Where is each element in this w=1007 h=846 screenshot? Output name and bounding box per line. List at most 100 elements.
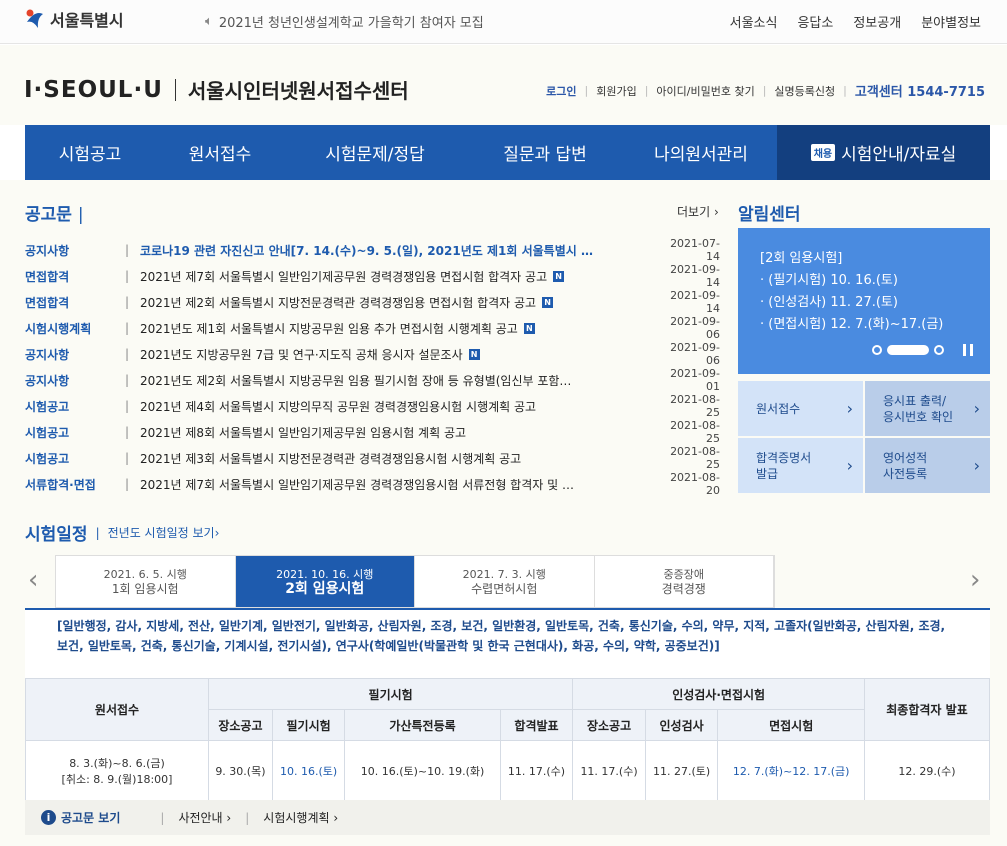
tabs-next-arrow[interactable]: › <box>970 565 980 595</box>
notice-date: 2021-08-20 <box>670 471 720 497</box>
notice-row[interactable]: 서류합격·면접 | 2021년 제7회 서울특별시 일반임기제공무원 경력경쟁임용시… <box>25 471 720 497</box>
notice-title[interactable]: 2021년도 제1회 서울특별시 지방공무원 임용 추가 면접시험 시행계획 공… <box>140 320 660 337</box>
table-cell: 10. 16.(토) <box>271 740 346 801</box>
notice-row[interactable]: 시험공고 | 2021년 제8회 서울특별시 일반임기제공무원 임용시험 계획 공고… <box>25 419 720 445</box>
site-title: 서울시인터넷원서접수센터 <box>187 79 409 103</box>
notice-title[interactable]: 2021년도 지방공무원 7급 및 연구·지도직 공채 응시자 설문조사 N <box>140 346 660 363</box>
quick-certificate[interactable]: 합격증명서 발급 › <box>738 438 863 493</box>
tabs-prev-arrow[interactable]: ‹ <box>28 565 38 595</box>
view-notice-link[interactable]: i 공고문 보기 <box>41 809 120 826</box>
exam-plan-link[interactable]: 시험시행계획 › <box>263 809 338 826</box>
seoul-city-logo[interactable]: 서울특별시 <box>24 7 124 31</box>
notice-row[interactable]: 공지사항 | 2021년도 제2회 서울특별시 지방공무원 임용 필기시험 장애 등… <box>25 367 720 393</box>
alim-line: · (필기시험) 10. 16.(토) <box>760 273 898 288</box>
notice-date: 2021-07-14 <box>670 237 720 263</box>
table-cell: 11. 27.(토) <box>644 740 719 801</box>
notice-title[interactable]: 2021년 제2회 서울특별시 지방전문경력관 경력경쟁임용 면접시험 합격자 … <box>140 294 660 311</box>
notice-row[interactable]: 면접합격 | 2021년 제2회 서울특별시 지방전문경력관 경력경쟁임용 면접시험… <box>25 289 720 315</box>
top-bar: 서울특별시 🔈︎ 2021년 청년인생설계학교 가을학기 참여자 모집 서울소식… <box>0 0 1007 44</box>
slide-dot-active[interactable] <box>887 345 929 355</box>
main-nav: 시험공고 원서접수 시험문제/정답 질문과 답변 나의원서관리 채용 시험안내/… <box>25 125 990 180</box>
top-notice[interactable]: 🔈︎ 2021년 청년인생설계학교 가을학기 참여자 모집 <box>205 12 484 31</box>
notice-date: 2021-08-25 <box>670 445 720 471</box>
table-cell: 12. 29.(수) <box>864 740 990 801</box>
notice-category: 면접합격 <box>25 295 70 310</box>
schedule-header: 시험일정 | 전년도 시험일정 보기› <box>25 520 219 545</box>
table-row: 8. 3.(화)~8. 6.(금) [취소: 8. 9.(월)18:00] 9. … <box>25 740 990 801</box>
slide-dot[interactable] <box>934 345 944 355</box>
notice-category: 서류합격·면접 <box>25 477 96 492</box>
notice-date: 2021-08-25 <box>670 419 720 445</box>
notice-category: 면접합격 <box>25 269 70 284</box>
quick-apply[interactable]: 원서접수 › <box>738 381 863 436</box>
notice-row[interactable]: 면접합격 | 2021년 제7회 서울특별시 일반임기제공무원 경력경쟁임용 면접시… <box>25 263 720 289</box>
new-badge-icon: N <box>553 270 565 282</box>
notice-date: 2021-09-01 <box>670 367 720 393</box>
tab-second-exam[interactable]: 2021. 10. 16. 시행 2회 임용시험 <box>235 556 415 607</box>
alim-line: · (인성검사) 11. 27.(토) <box>760 295 898 310</box>
nav-my-applications[interactable]: 나의원서관리 <box>625 125 777 180</box>
nav-qna[interactable]: 질문과 답변 <box>465 125 625 180</box>
col-apply: 원서접수 <box>25 678 209 741</box>
notice-category: 시험시행계획 <box>25 321 92 336</box>
notice-title[interactable]: 2021년 제3회 서울특별시 지방전문경력관 경력경쟁임용시험 시행계획 공고 <box>140 450 660 467</box>
chevron-right-icon: › <box>846 455 853 475</box>
notice-category: 공지사항 <box>25 373 70 388</box>
notice-category: 시험공고 <box>25 425 70 440</box>
table-cell: 11. 17.(수) <box>572 740 646 801</box>
nav-application[interactable]: 원서접수 <box>155 125 285 180</box>
brand[interactable]: I·SEOUL·U 서울시인터넷원서접수센터 <box>24 75 409 104</box>
notice-title[interactable]: 2021년도 제2회 서울특별시 지방공무원 임용 필기시험 장애 등 유형별(… <box>140 372 660 389</box>
prev-schedule-link[interactable]: 전년도 시험일정 보기› <box>108 524 220 541</box>
notice-category: 시험공고 <box>25 451 70 466</box>
schedule-tabs: 2021. 6. 5. 시행 1회 임용시험 2021. 10. 16. 시행 2회… <box>55 555 775 608</box>
login-link[interactable]: 로그인 <box>546 83 576 99</box>
brand-divider <box>174 78 176 101</box>
more-link[interactable]: 더보기 › <box>677 203 719 220</box>
nav-exam-answers[interactable]: 시험문제/정답 <box>285 125 465 180</box>
pause-icon[interactable] <box>963 344 973 356</box>
sub-col: 면접시험 <box>717 709 865 741</box>
notice-date: 2021-08-25 <box>670 393 720 419</box>
notice-title[interactable]: 2021년 제4회 서울특별시 지방의무직 공무원 경력경쟁임용시험 시행계획 … <box>140 398 660 415</box>
tab-hunting-license[interactable]: 2021. 7. 3. 시행 수렵면허시험 <box>415 556 595 607</box>
info-icon: i <box>41 810 56 825</box>
notice-title[interactable]: 2021년 제7회 서울특별시 일반임기제공무원 경력경쟁임용시험 서류전형 합… <box>140 476 660 493</box>
notice-title[interactable]: 2021년 제7회 서울특별시 일반임기제공무원 경력경쟁임용 면접시험 합격자… <box>140 268 660 285</box>
slide-dot[interactable] <box>872 345 882 355</box>
sub-col: 인성검사 <box>644 709 719 741</box>
notice-title[interactable]: 코로나19 관련 자진신고 안내[7. 14.(수)~9. 5.(일), 202… <box>140 242 660 259</box>
top-link-response[interactable]: 응답소 <box>797 12 833 31</box>
top-link-info-open[interactable]: 정보공개 <box>853 12 901 31</box>
notice-row[interactable]: 공지사항 | 코로나19 관련 자진신고 안내[7. 14.(수)~9. 5.(일)… <box>25 237 720 263</box>
chevron-right-icon: › <box>973 398 980 418</box>
quick-english-score[interactable]: 영어성적 사전등록 › <box>865 438 990 493</box>
top-link-field-info[interactable]: 분야별정보 <box>921 12 981 31</box>
nav-exam-guide[interactable]: 채용 시험안내/자료실 <box>777 125 990 180</box>
notice-row[interactable]: 시험공고 | 2021년 제3회 서울특별시 지방전문경력관 경력경쟁임용시험 시행… <box>25 445 720 471</box>
nav-exam-notice[interactable]: 시험공고 <box>25 125 155 180</box>
sub-col: 합격발표 <box>499 709 574 741</box>
customer-center: 고객센터 1544-7715 <box>854 85 985 100</box>
notice-row[interactable]: 시험시행계획 | 2021년도 제1회 서울특별시 지방공무원 임용 추가 면접시험… <box>25 315 720 341</box>
table-cell: 10. 16.(토)~10. 19.(화) <box>344 740 501 801</box>
realname-link[interactable]: 실명등록신청 <box>774 83 835 99</box>
quick-ticket-print[interactable]: 응시표 출력/응시번호 확인 › <box>865 381 990 436</box>
tab-disability-career[interactable]: 중증장애 경력경쟁 <box>595 556 774 607</box>
seoul-logo-icon <box>26 9 43 28</box>
chevron-right-icon: › <box>846 398 853 418</box>
logo-text: 서울특별시 <box>50 11 124 30</box>
signup-link[interactable]: 회원가입 <box>596 83 636 99</box>
alim-line: · (면접시험) 12. 7.(화)~17.(금) <box>760 317 944 332</box>
tab-first-exam[interactable]: 2021. 6. 5. 시행 1회 임용시험 <box>56 556 236 607</box>
notice-row[interactable]: 공지사항 | 2021년도 지방공무원 7급 및 연구·지도직 공채 응시자 설문조… <box>25 341 720 367</box>
notice-title[interactable]: 2021년 제8회 서울특별시 일반임기제공무원 임용시험 계획 공고 <box>140 424 660 441</box>
pre-guide-link[interactable]: 사전안내 › <box>178 809 231 826</box>
new-badge-icon: N <box>523 322 535 334</box>
notice-row[interactable]: 시험공고 | 2021년 제4회 서울특별시 지방의무직 공무원 경력경쟁임용시험 … <box>25 393 720 419</box>
site-header: I·SEOUL·U 서울시인터넷원서접수센터 로그인 | 회원가입 | 아이디/… <box>0 45 1007 125</box>
top-link-news[interactable]: 서울소식 <box>730 12 778 31</box>
top-links: 서울소식 응답소 정보공개 분야별정보 <box>730 12 981 31</box>
alim-title: 알림센터 <box>738 205 801 225</box>
find-id-link[interactable]: 아이디/비밀번호 찾기 <box>656 83 754 99</box>
